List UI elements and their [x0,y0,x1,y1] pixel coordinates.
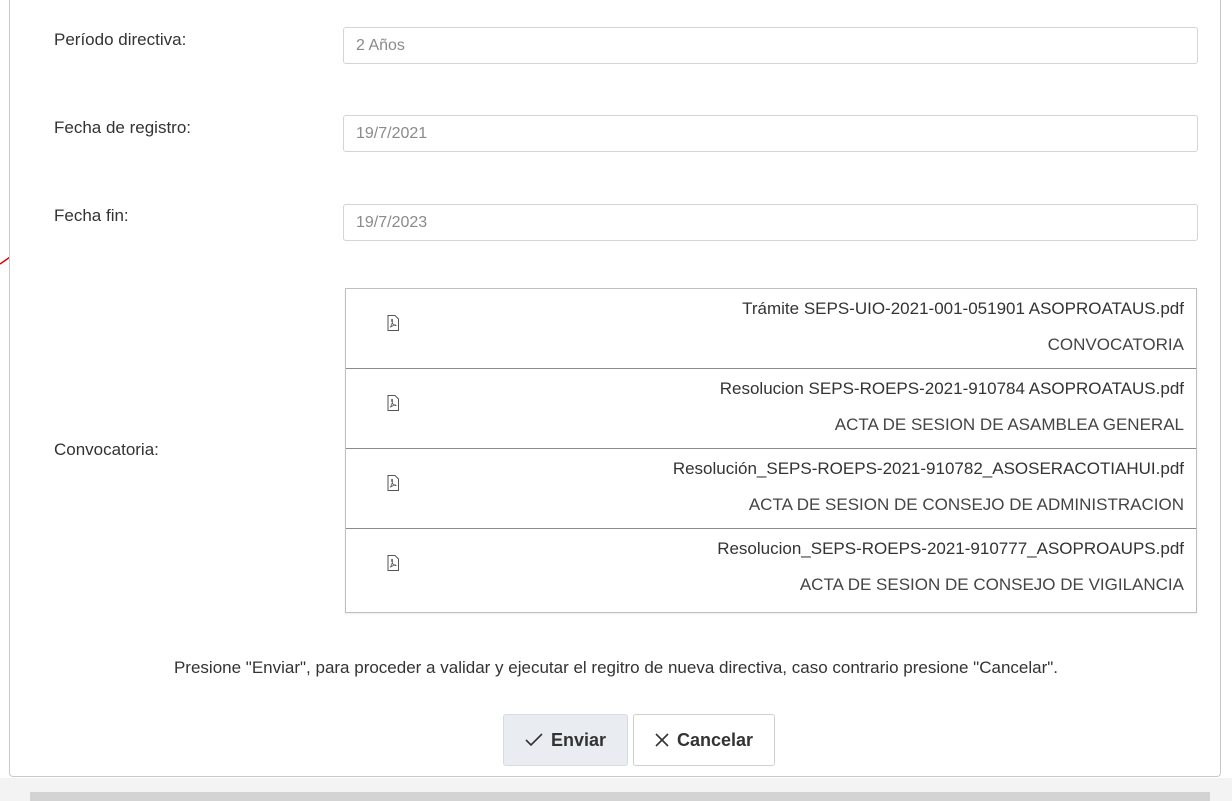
fecha-registro-label: Fecha de registro: [54,118,192,137]
fecha-fin-label: Fecha fin: [54,206,129,225]
cancel-button-label: Cancelar [676,729,754,750]
file-item[interactable]: Resolucion_SEPS-ROEPS-2021-910777_ASOPRO… [346,529,1196,609]
fecha-fin-field[interactable]: 19/7/2023 [343,204,1198,241]
close-icon [655,733,669,747]
file-name-link[interactable]: Trámite SEPS-UIO-2021-001-051901 ASOPROA… [742,299,1184,319]
periodo-label: Período directiva: [54,30,187,49]
fecha-registro-field[interactable]: 19/7/2021 [343,115,1198,152]
periodo-field[interactable]: 2 Años [343,27,1198,64]
file-description: CONVOCATORIA [1047,335,1184,354]
send-button-label: Enviar [550,729,607,750]
file-name-link[interactable]: Resolucion_SEPS-ROEPS-2021-910777_ASOPRO… [717,539,1184,559]
convocatoria-label: Convocatoria: [54,440,159,459]
check-icon [525,733,543,747]
convocatoria-file-list: Trámite SEPS-UIO-2021-001-051901 ASOPROA… [345,288,1197,613]
send-button[interactable]: Enviar [503,714,628,766]
file-item[interactable]: Resolución_SEPS-ROEPS-2021-910782_ASOSER… [346,449,1196,529]
file-description: ACTA DE SESION DE ASAMBLEA GENERAL [834,415,1184,434]
file-description: ACTA DE SESION DE CONSEJO DE ADMINISTRAC… [748,495,1184,514]
pdf-icon [387,315,399,331]
horizontal-scrollbar[interactable] [30,792,1210,801]
pdf-icon [387,395,399,411]
pdf-icon [387,555,399,571]
file-item[interactable]: Trámite SEPS-UIO-2021-001-051901 ASOPROA… [346,289,1196,369]
cancel-button[interactable]: Cancelar [633,714,775,766]
file-item[interactable]: Resolucion SEPS-ROEPS-2021-910784 ASOPRO… [346,369,1196,449]
file-name-link[interactable]: Resolucion SEPS-ROEPS-2021-910784 ASOPRO… [720,379,1184,399]
confirmation-message: Presione "Enviar", para proceder a valid… [173,658,1059,677]
pdf-icon [387,475,399,491]
file-description: ACTA DE SESION DE CONSEJO DE VIGILANCIA [799,575,1184,594]
file-name-link[interactable]: Resolución_SEPS-ROEPS-2021-910782_ASOSER… [673,459,1184,479]
